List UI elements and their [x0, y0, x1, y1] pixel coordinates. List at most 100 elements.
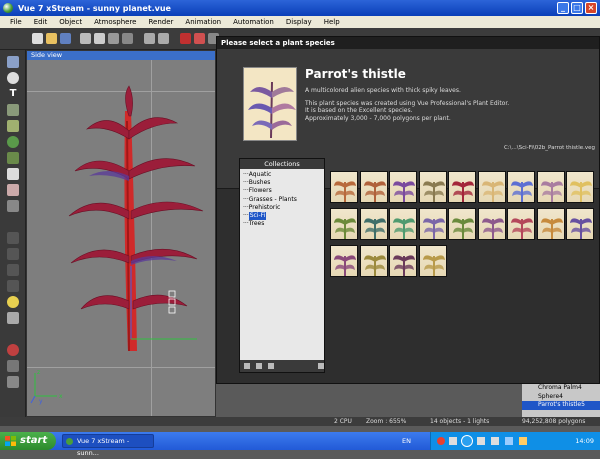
window-title: Vue 7 xStream - sunny planet.vue	[18, 3, 171, 13]
plant-thumbnail[interactable]	[330, 245, 358, 277]
plant-thumbnail[interactable]	[418, 245, 447, 277]
start-button[interactable]: start	[0, 432, 56, 450]
metablob-icon[interactable]	[7, 248, 19, 260]
plant-thumbnail[interactable]	[330, 171, 358, 203]
collection-item-trees[interactable]: ···Trees	[243, 220, 321, 228]
plant-thumbnail[interactable]	[536, 171, 565, 203]
spotlight-icon[interactable]	[7, 312, 19, 324]
link-icon[interactable]	[7, 264, 19, 276]
plant-thumbnail[interactable]	[418, 171, 447, 203]
collection-item-prehistoric[interactable]: ···Prehistoric	[243, 204, 321, 212]
undo-icon[interactable]	[144, 33, 155, 44]
axis-z-label: z	[37, 369, 40, 376]
browser-item-sphere[interactable]: Sphere4	[522, 393, 600, 402]
add-collection-icon[interactable]	[244, 363, 250, 369]
new-file-icon[interactable]	[32, 33, 43, 44]
save-icon[interactable]	[60, 33, 71, 44]
hypertexture-icon[interactable]	[7, 280, 19, 292]
plant-thumbnail[interactable]	[448, 171, 476, 203]
plant-thumbnail[interactable]	[566, 208, 594, 240]
cut-icon[interactable]	[80, 33, 91, 44]
media-prev-icon[interactable]	[449, 437, 457, 445]
menu-atmosphere[interactable]: Atmosphere	[88, 18, 142, 26]
rock-icon[interactable]	[7, 120, 19, 132]
collections-header: Collections	[240, 159, 324, 169]
cloud-icon[interactable]	[7, 168, 19, 180]
collection-item-bushes[interactable]: ···Bushes	[243, 179, 321, 187]
browser-item-parrots-thistle[interactable]: Parrot's thistle5	[522, 401, 600, 410]
maximize-button[interactable]: □	[571, 2, 583, 14]
plant-thumbnail[interactable]	[507, 208, 535, 240]
render-icon[interactable]	[180, 33, 191, 44]
collection-item-scifi[interactable]: ···Sci-Fi	[243, 212, 321, 221]
side-view-viewport[interactable]: Side view x z y	[26, 50, 216, 417]
sphere-icon[interactable]	[7, 56, 19, 68]
plant-thumbnail[interactable]	[359, 171, 388, 203]
plant-thumbnail[interactable]	[566, 171, 594, 203]
refresh-icon[interactable]	[318, 363, 324, 369]
camera-tool-icon[interactable]	[7, 360, 19, 372]
plant-preview-image	[243, 67, 297, 141]
primitive-icon[interactable]	[7, 72, 19, 84]
taskbar-item-label: Vue 7 xStream - sunn...	[77, 437, 130, 457]
tray-app-icon[interactable]	[519, 437, 527, 445]
copy-icon[interactable]	[94, 33, 105, 44]
plant-thumbnail[interactable]	[418, 208, 447, 240]
plant-icon[interactable]	[7, 136, 19, 148]
media-play-icon[interactable]	[461, 435, 473, 447]
paste-icon[interactable]	[108, 33, 119, 44]
network-icon[interactable]	[505, 437, 513, 445]
plant-thumbnail[interactable]	[448, 208, 476, 240]
close-button[interactable]: ×	[585, 2, 597, 14]
menu-object[interactable]: Object	[53, 18, 88, 26]
menu-file[interactable]: File	[4, 18, 28, 26]
axis-indicator	[30, 373, 57, 404]
plant-thumbnail[interactable]	[330, 208, 358, 240]
brush-icon[interactable]	[7, 184, 19, 196]
collection-item-aquatic[interactable]: ···Aquatic	[243, 171, 321, 179]
plant-thumbnail[interactable]	[477, 208, 506, 240]
media-next-icon[interactable]	[477, 437, 485, 445]
language-indicator[interactable]: EN	[402, 432, 411, 450]
redo-icon[interactable]	[158, 33, 169, 44]
render-area-icon[interactable]	[194, 33, 205, 44]
media-stop-icon[interactable]	[437, 437, 445, 445]
duplicate-icon[interactable]	[122, 33, 133, 44]
plant-desc-line: It is based on the Excellent species.	[305, 107, 413, 114]
record-icon[interactable]	[7, 344, 19, 356]
taskbar-item-vue[interactable]: Vue 7 xStream - sunn...	[62, 434, 154, 457]
windows-logo-icon	[5, 436, 16, 446]
plant-thumbnail[interactable]	[389, 245, 417, 277]
settings-icon[interactable]	[7, 376, 19, 388]
group-icon[interactable]	[7, 200, 19, 212]
browser-item-chroma-palm[interactable]: Chroma Palm4	[522, 384, 600, 393]
menu-animation[interactable]: Animation	[179, 18, 227, 26]
plant-thumbnail[interactable]	[536, 208, 565, 240]
collections-footer	[240, 360, 324, 372]
menu-automation[interactable]: Automation	[227, 18, 280, 26]
plant-thumbnail[interactable]	[477, 171, 506, 203]
plant-render: x z y	[30, 85, 204, 405]
collection-item-flowers[interactable]: ···Flowers	[243, 187, 321, 195]
plant-thumbnail[interactable]	[389, 171, 417, 203]
axis-x-label: x	[59, 393, 63, 400]
terrain-icon[interactable]	[7, 104, 19, 116]
menu-render[interactable]: Render	[142, 18, 179, 26]
boolean-icon[interactable]	[7, 232, 19, 244]
menu-edit[interactable]: Edit	[28, 18, 54, 26]
text-icon[interactable]: T	[7, 88, 19, 100]
plant-thumbnail[interactable]	[359, 245, 388, 277]
menu-help[interactable]: Help	[318, 18, 346, 26]
delete-collection-icon[interactable]	[256, 363, 262, 369]
menu-display[interactable]: Display	[280, 18, 318, 26]
folder-icon[interactable]	[268, 363, 274, 369]
minimize-button[interactable]: _	[557, 2, 569, 14]
plant-thumbnail[interactable]	[507, 171, 535, 203]
tree-icon[interactable]	[7, 152, 19, 164]
light-icon[interactable]	[7, 296, 19, 308]
plant-thumbnail[interactable]	[359, 208, 388, 240]
open-folder-icon[interactable]	[46, 33, 57, 44]
volume-icon[interactable]	[491, 437, 499, 445]
collection-item-grasses[interactable]: ···Grasses - Plants	[243, 196, 321, 204]
plant-thumbnail[interactable]	[389, 208, 417, 240]
